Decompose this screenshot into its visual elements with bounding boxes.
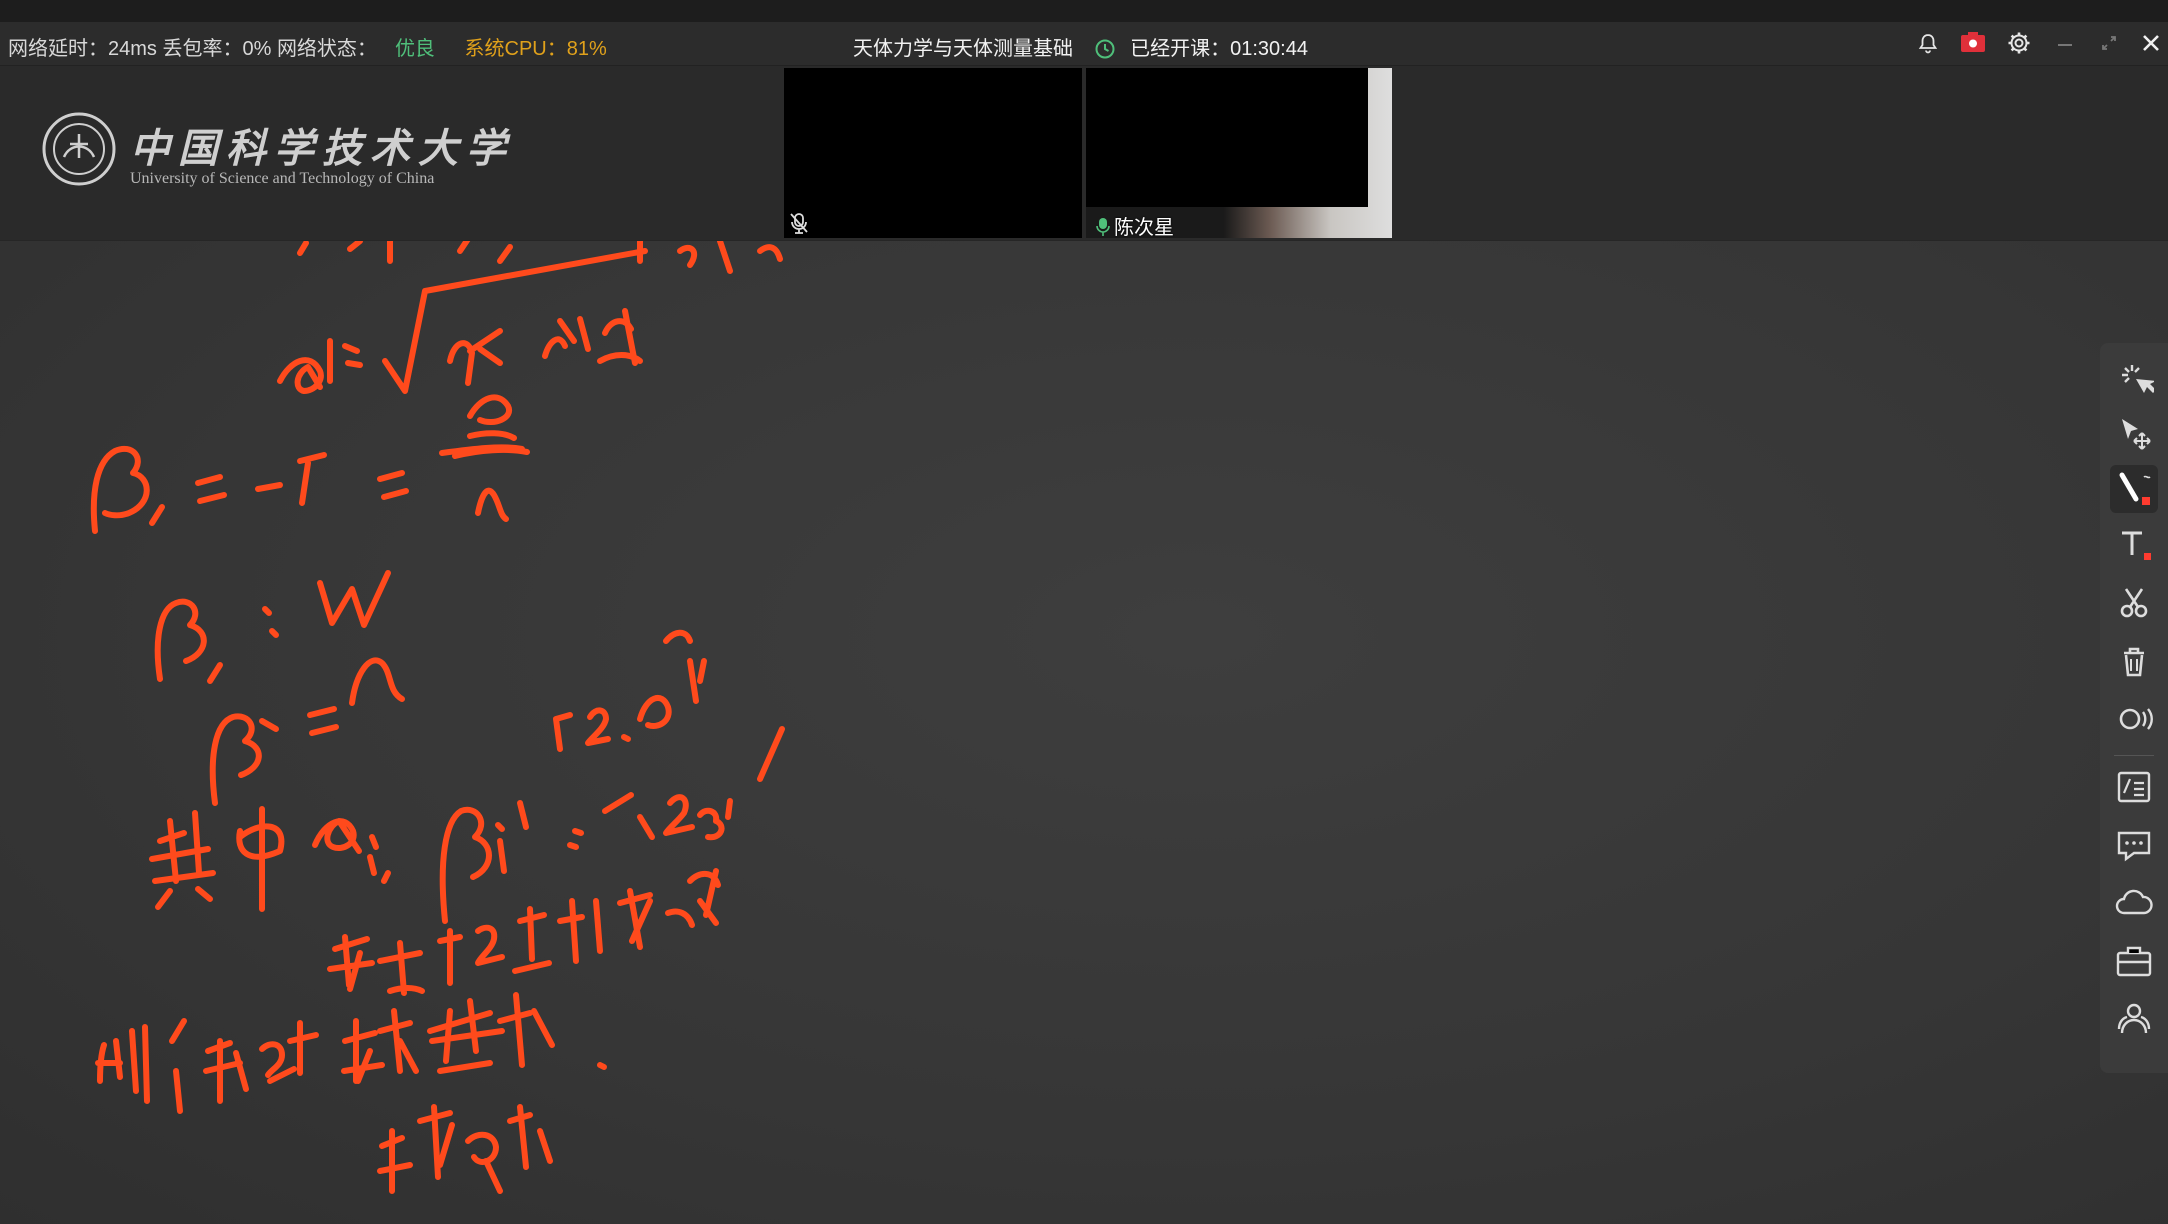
clock-icon (1095, 39, 1115, 59)
minimize-icon[interactable] (2050, 28, 2080, 58)
net-status-value: 优良 (394, 38, 435, 60)
window-titlebar (0, 0, 2168, 22)
pen-tool[interactable] (2110, 465, 2158, 513)
delete-tool[interactable] (2110, 637, 2158, 685)
text-icon (2122, 531, 2151, 560)
elapsed-label: 已经开课： (1130, 38, 1231, 60)
chat-tool[interactable] (2110, 821, 2158, 869)
close-icon[interactable] (2136, 28, 2166, 58)
laser-pointer-icon (2122, 365, 2154, 393)
chat-icon (2117, 831, 2151, 862)
university-logo: 中国科学技术大学 University of Science and Techn… (42, 112, 506, 191)
formula-icon (2117, 771, 2151, 803)
bell-icon[interactable] (1913, 28, 1943, 58)
text-tool[interactable] (2110, 521, 2158, 569)
cpu-stat: 系统CPU：81% (465, 38, 607, 60)
cut-tool[interactable] (2110, 579, 2158, 627)
mic-active-icon (1096, 218, 1110, 236)
header-banner: 中国科学技术大学 University of Science and Techn… (0, 66, 2168, 241)
video-tile-teacher[interactable] (784, 68, 1082, 238)
laser-pointer-tool[interactable] (2110, 353, 2158, 401)
cloud-icon (2115, 889, 2153, 915)
whiteboard-canvas[interactable] (0, 241, 2168, 1224)
toolbox-tool[interactable] (2110, 937, 2158, 985)
elapsed-time: 01:30:44 (1230, 38, 1308, 60)
maximize-icon[interactable] (2094, 28, 2124, 58)
scissors-icon (2120, 588, 2148, 618)
network-stats: 网络延时：24ms 丢包率：0% 网络状态： 优良 系统CPU：81% (8, 32, 607, 61)
record-icon[interactable] (1958, 28, 1988, 58)
net-label: 网络状态： (276, 38, 377, 60)
members-tool[interactable] (2110, 995, 2158, 1043)
mic-muted-icon (790, 213, 808, 234)
members-icon (2117, 1003, 2151, 1034)
pen-icon (2119, 472, 2151, 505)
video-tile-participant[interactable]: 陈次星 (1086, 68, 1392, 240)
select-move-icon (2122, 419, 2151, 450)
course-title: 天体力学与天体测量基础 (853, 38, 1073, 60)
participant-name: 陈次星 (1114, 217, 1174, 239)
toolbox-icon (2116, 946, 2152, 977)
latency-value: 24ms (108, 38, 157, 60)
trash-icon (2124, 647, 2144, 677)
course-info: 天体力学与天体测量基础 已经开课：01:30:44 (853, 32, 1308, 61)
cpu-label: 系统CPU： (464, 38, 567, 60)
loss-value: 0% (242, 38, 272, 60)
cpu-value: 81% (566, 38, 607, 60)
select-move-tool[interactable] (2110, 409, 2158, 457)
university-name-en: University of Science and Technology of … (130, 170, 435, 187)
whiteboard-toolbar (2100, 343, 2168, 1073)
participant-label: 陈次星 (1096, 211, 1174, 240)
handwriting-ink (90, 241, 785, 1194)
formula-tool[interactable] (2110, 763, 2158, 811)
latency-label: 网络延时： (8, 38, 108, 60)
status-bar: 网络延时：24ms 丢包率：0% 网络状态： 优良 系统CPU：81% 天体力学与… (0, 22, 2168, 66)
cloud-tool[interactable] (2110, 879, 2158, 927)
loss-label: 丢包率： (162, 38, 243, 60)
audio-tool[interactable] (2110, 695, 2158, 743)
university-name-cn: 中国科学技术大学 (130, 125, 514, 172)
settings-gear-icon[interactable] (2004, 28, 2034, 58)
university-seal-icon (42, 112, 116, 186)
audio-wave-icon (2119, 708, 2153, 730)
